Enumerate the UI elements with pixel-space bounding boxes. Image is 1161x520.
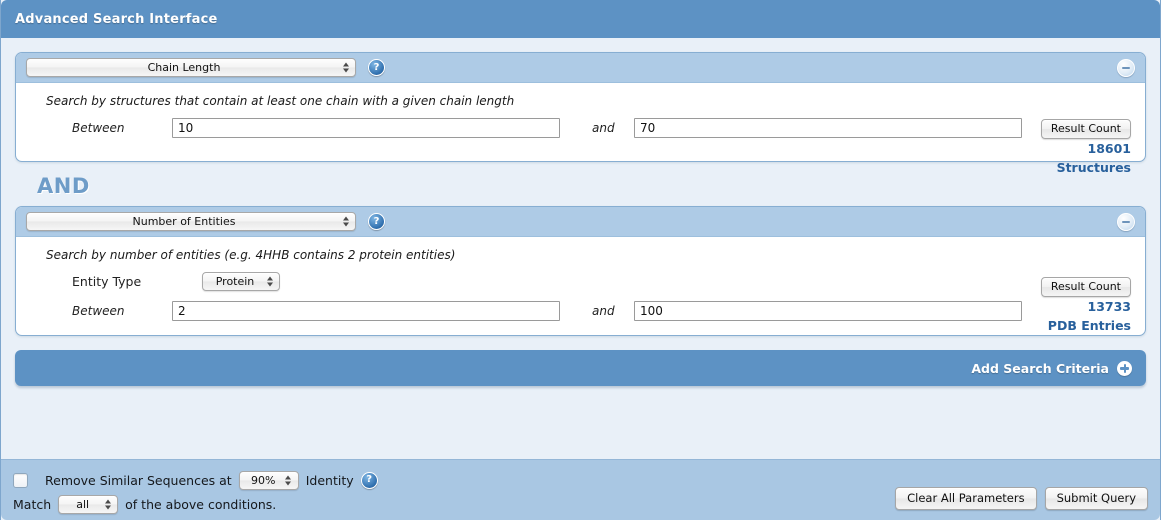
add-search-criteria-button[interactable]: Add Search Criteria (15, 350, 1146, 386)
entity-count-min-input[interactable] (172, 301, 560, 321)
criteria-type-value-1: Chain Length (147, 61, 221, 74)
chain-length-range-row: Between and (28, 118, 1133, 138)
help-circle-icon[interactable]: ? (368, 213, 385, 230)
and-label-2: and (592, 304, 615, 318)
result-count-unit-2: PDB Entries (1047, 318, 1131, 333)
plus-circle-icon (1117, 360, 1132, 376)
and-label-1: and (592, 121, 615, 135)
criteria-description-1: Search by structures that contain at lea… (46, 94, 515, 108)
add-search-criteria-label: Add Search Criteria (971, 360, 1109, 376)
chevron-updown-icon (341, 214, 350, 229)
page-title: Advanced Search Interface (15, 11, 218, 27)
entity-type-select[interactable]: Protein (202, 272, 280, 291)
minus-circle-icon[interactable] (1117, 212, 1135, 231)
entity-count-max-input[interactable] (634, 301, 1022, 321)
criteria-body-1: Search by structures that contain at lea… (16, 83, 1145, 175)
entity-count-range-row: Between and (28, 301, 1133, 321)
result-count-number-1: 18601 (1087, 141, 1132, 156)
search-footer: Remove Similar Sequences at 90% Identity… (1, 459, 1160, 520)
submit-query-button[interactable]: Submit Query (1044, 487, 1148, 510)
result-count-block-1: Result Count 18601 Structures (1023, 119, 1131, 177)
chevron-updown-icon (265, 274, 274, 289)
match-suffix-label: of the above conditions. (125, 496, 277, 512)
entity-type-row: Entity Type Protein (28, 272, 1133, 291)
criteria-type-value-2: Number of Entities (132, 215, 236, 228)
footer-action-buttons: Clear All Parameters Submit Query (895, 487, 1148, 510)
boolean-operator-and: AND (37, 174, 90, 198)
help-circle-icon[interactable]: ? (360, 471, 378, 489)
chain-length-min-input[interactable] (172, 118, 560, 138)
identity-percent-select[interactable]: 90% (238, 470, 299, 490)
result-count-button-1[interactable]: Result Count (1040, 119, 1131, 139)
match-label: Match (13, 496, 52, 512)
search-criteria-panel-1: Chain Length ? Search by structures that… (15, 52, 1146, 175)
criteria-body-2: Search by number of entities (e.g. 4HHB … (16, 237, 1145, 335)
criteria-header-2: Number of Entities ? (16, 207, 1145, 237)
result-count-number-2: 13733 (1087, 299, 1132, 314)
between-label-2: Between (72, 304, 125, 318)
remove-similar-label: Remove Similar Sequences at (45, 472, 232, 488)
remove-similar-sequences-checkbox[interactable] (13, 472, 28, 488)
clear-all-parameters-button[interactable]: Clear All Parameters (895, 487, 1037, 510)
criteria-type-select-1[interactable]: Chain Length (26, 58, 356, 77)
search-body: Chain Length ? Search by structures that… (1, 38, 1160, 386)
match-mode-value: all (76, 497, 90, 511)
chain-length-max-input[interactable] (634, 118, 1022, 138)
identity-percent-value: 90% (250, 473, 276, 487)
entity-type-value: Protein (215, 275, 255, 288)
criteria-header-1: Chain Length ? (16, 53, 1145, 83)
search-criteria-panel-2: Number of Entities ? Search by number of… (15, 206, 1146, 336)
result-count-unit-1: Structures (1056, 160, 1131, 175)
chevron-updown-icon (341, 60, 350, 75)
between-label-1: Between (72, 121, 125, 135)
advanced-search-window: Advanced Search Interface Chain Length ?… (0, 0, 1161, 520)
entity-type-label: Entity Type (72, 274, 142, 289)
minus-circle-icon[interactable] (1117, 58, 1135, 77)
window-titlebar: Advanced Search Interface (1, 0, 1160, 38)
criteria-type-select-2[interactable]: Number of Entities (26, 212, 356, 231)
help-circle-icon[interactable]: ? (368, 59, 385, 76)
criteria-description-2: Search by number of entities (e.g. 4HHB … (46, 248, 456, 262)
match-mode-select[interactable]: all (58, 494, 119, 514)
result-count-block-2: Result Count 13733 PDB Entries (1023, 277, 1131, 335)
chevron-updown-icon (284, 473, 293, 488)
identity-label: Identity (305, 472, 354, 488)
chevron-updown-icon (103, 497, 112, 512)
result-count-button-2[interactable]: Result Count (1040, 277, 1131, 297)
